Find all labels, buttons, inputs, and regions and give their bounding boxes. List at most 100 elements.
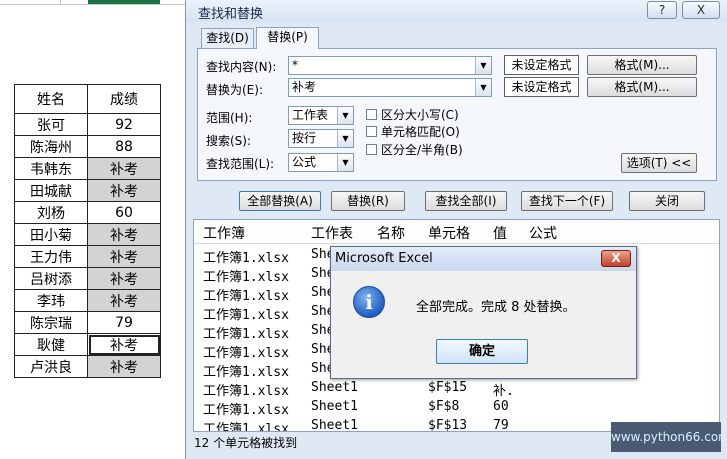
column-header-name[interactable]: 名称 [377, 223, 405, 243]
name-cell[interactable]: 刘杨 [14, 201, 88, 224]
result-workbook: 工作簿1.xlsx [203, 270, 289, 285]
replace-all-button[interactable]: 全部替换(A) [239, 191, 321, 211]
look-in-select[interactable]: 公式 ▼ [288, 153, 354, 172]
find-replace-dialog: 查找和替换 ? X 查找(D) 替换(P) 查找内容(N): * ▼ 未设定格式… [185, 0, 727, 459]
name-cell[interactable]: 田小菊 [14, 223, 88, 246]
scope-select[interactable]: 工作表 ▼ [288, 106, 354, 125]
name-cell[interactable]: 张可 [14, 113, 88, 136]
table-row: 韦韩东 补考 [14, 157, 161, 180]
message-text: 全部完成。完成 8 处替换。 [416, 300, 576, 315]
result-cell: $F$8 [428, 399, 460, 414]
column-header-sheet[interactable]: 工作表 [311, 223, 353, 243]
message-box: Microsoft Excel X i 全部完成。完成 8 处替换。 确定 [330, 246, 637, 379]
result-workbook: 工作簿1.xlsx [203, 346, 289, 361]
score-cell[interactable]: 补考 [87, 179, 161, 202]
name-cell[interactable]: 李玮 [14, 289, 88, 312]
score-cell[interactable]: 60 [87, 201, 161, 224]
help-button[interactable]: ? [647, 1, 677, 19]
name-cell[interactable]: 耿健 [14, 333, 88, 356]
replace-button[interactable]: 替换(R) [331, 191, 405, 211]
match-entire-cell-checkbox[interactable]: 单元格匹配(O) [366, 123, 460, 140]
checkbox-icon[interactable] [366, 109, 377, 120]
chevron-down-icon[interactable]: ▼ [337, 154, 353, 171]
result-sheet: Sheet1 [311, 418, 358, 432]
column-header-value[interactable]: 值 [493, 223, 507, 243]
find-all-button[interactable]: 查找全部(I) [425, 191, 507, 211]
result-workbook: 工作簿1.xlsx [203, 365, 289, 380]
dialog-titlebar[interactable]: 查找和替换 ? X [186, 0, 727, 22]
column-header-cell[interactable]: 单元格 [428, 223, 470, 243]
chevron-down-icon[interactable]: ▼ [475, 79, 491, 96]
find-format-button[interactable]: 格式(M)... [587, 55, 697, 75]
score-cell[interactable]: 补考 [87, 157, 161, 180]
name-cell[interactable]: 王力伟 [14, 245, 88, 268]
name-cell[interactable]: 陈海州 [14, 135, 88, 158]
result-value: 60 [493, 399, 509, 414]
result-sheet: Sheet1 [311, 380, 358, 395]
table-row: 刘杨 60 [14, 201, 161, 224]
result-workbook: 工作簿1.xlsx [203, 251, 289, 266]
scope-label: 范围(H): [206, 111, 253, 125]
search-order-select[interactable]: 按行 ▼ [288, 129, 354, 148]
message-box-close-button[interactable]: X [601, 250, 631, 267]
status-text: 12 个单元格被找到 [194, 436, 298, 450]
info-icon: i [353, 286, 385, 318]
column-header-workbook[interactable]: 工作簿 [203, 223, 245, 243]
column-header-strip [0, 0, 185, 5]
match-byte-width-checkbox[interactable]: 区分全/半角(B) [366, 141, 463, 158]
chevron-down-icon[interactable]: ▼ [337, 130, 353, 147]
column-header-formula[interactable]: 公式 [529, 223, 557, 243]
score-cell[interactable]: 79 [87, 311, 161, 334]
header-score[interactable]: 成绩 [87, 84, 161, 114]
table-row[interactable]: 工作簿1.xlsx Sheet1 $F$8 60 [194, 399, 719, 418]
table-row[interactable]: 工作簿1.xlsx Sheet1 $F$15 补. [194, 380, 719, 399]
score-cell[interactable]: 88 [87, 135, 161, 158]
tab-replace[interactable]: 替换(P) [256, 27, 319, 49]
result-value: 补. [493, 384, 514, 399]
score-cell[interactable]: 92 [87, 113, 161, 136]
table-row: 李玮 补考 [14, 289, 161, 312]
find-what-input[interactable]: * ▼ [288, 56, 492, 75]
score-cell[interactable]: 补考 [87, 355, 161, 378]
close-button[interactable]: 关闭 [629, 191, 705, 211]
options-button[interactable]: 选项(T) << [621, 153, 697, 173]
name-cell[interactable]: 韦韩东 [14, 157, 88, 180]
table-row: 耿健 补考 [14, 333, 161, 356]
result-workbook: 工作簿1.xlsx [203, 308, 289, 323]
dialog-close-button[interactable]: X [682, 1, 720, 19]
table-row: 陈海州 88 [14, 135, 161, 158]
result-value: 79 [493, 418, 509, 432]
result-workbook: 工作簿1.xlsx [203, 327, 289, 342]
active-score-cell[interactable]: 补考 [87, 333, 161, 356]
look-in-label: 查找范围(L): [206, 157, 275, 171]
table-row: 田城献 补考 [14, 179, 161, 202]
find-next-button[interactable]: 查找下一个(F) [521, 191, 613, 211]
replace-with-input[interactable]: 补考 ▼ [288, 78, 492, 97]
chevron-down-icon[interactable]: ▼ [337, 107, 353, 124]
message-box-titlebar[interactable]: Microsoft Excel X [331, 247, 636, 271]
score-cell[interactable]: 补考 [87, 289, 161, 312]
header-name[interactable]: 姓名 [14, 84, 88, 114]
dialog-title: 查找和替换 [198, 7, 264, 22]
checkbox-icon[interactable] [366, 126, 377, 137]
name-cell[interactable]: 田城献 [14, 179, 88, 202]
tab-find[interactable]: 查找(D) [201, 28, 254, 48]
replace-format-button[interactable]: 格式(M)... [587, 77, 697, 97]
match-case-checkbox[interactable]: 区分大小写(C) [366, 106, 459, 123]
spreadsheet: 姓名 成绩 张可 92 陈海州 88 韦韩东 补考 田城献 补考 刘杨 60 田小菊 补考 … [0, 0, 185, 459]
find-what-value: * [292, 58, 298, 72]
name-cell[interactable]: 卢洪良 [14, 355, 88, 378]
find-format-preview: 未设定格式 [504, 55, 579, 75]
checkbox-icon[interactable] [366, 144, 377, 155]
chevron-down-icon[interactable]: ▼ [475, 57, 491, 74]
name-cell[interactable]: 陈宗瑞 [14, 311, 88, 334]
match-case-label: 区分大小写(C) [381, 108, 459, 122]
score-cell[interactable]: 补考 [87, 267, 161, 290]
ok-button[interactable]: 确定 [436, 339, 528, 364]
table-row: 陈宗瑞 79 [14, 311, 161, 334]
name-cell[interactable]: 吕树添 [14, 267, 88, 290]
replace-format-preview: 未设定格式 [504, 77, 579, 97]
score-cell[interactable]: 补考 [87, 223, 161, 246]
score-cell[interactable]: 补考 [87, 245, 161, 268]
replace-with-label: 替换为(E): [206, 83, 263, 97]
